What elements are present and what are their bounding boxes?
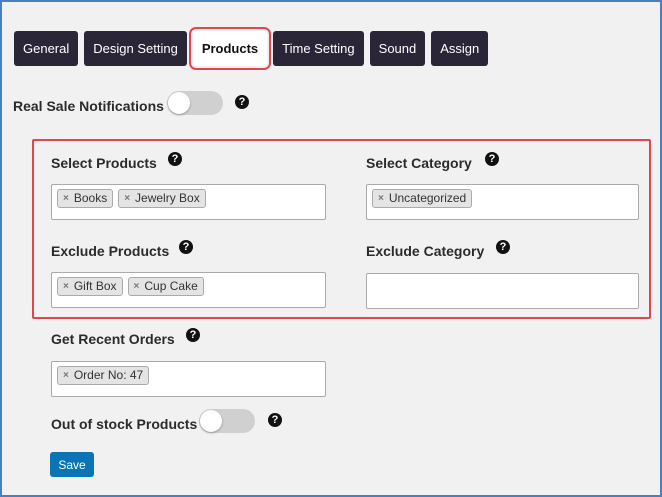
tab-sound[interactable]: Sound [369,31,426,66]
chip-remove-icon[interactable]: × [378,191,384,206]
exclude-category-label: Exclude Category [366,243,485,259]
help-icon[interactable]: ? [179,240,193,254]
tab-assign[interactable]: Assign [431,31,489,66]
recent-orders-input[interactable]: × Order No: 47 [51,361,326,397]
real-sale-label: Real Sale Notifications [13,98,164,114]
chip-jewelry-box: × Jewelry Box [118,189,206,208]
tab-time-setting[interactable]: Time Setting [273,31,364,66]
help-icon[interactable]: ? [485,152,499,166]
settings-tabs: General Design Setting Products Time Set… [14,27,489,70]
select-category-label: Select Category [366,155,472,171]
help-icon[interactable]: ? [496,240,510,254]
exclude-products-label: Exclude Products [51,243,170,259]
chip-remove-icon[interactable]: × [63,191,69,206]
save-button[interactable]: Save [50,452,94,477]
select-category-input[interactable]: × Uncategorized [366,184,639,220]
chip-label: Order No: 47 [73,368,144,382]
chip-label: Books [73,191,108,205]
select-products-input[interactable]: × Books × Jewelry Box [51,184,326,220]
tab-products[interactable]: Products [188,27,272,70]
help-icon[interactable]: ? [168,152,182,166]
toggle-knob [200,410,222,432]
tab-design-setting[interactable]: Design Setting [84,31,187,66]
chip-books: × Books [57,189,114,208]
chip-gift-box: × Gift Box [57,277,123,296]
chip-cup-cake: × Cup Cake [127,277,204,296]
chip-remove-icon[interactable]: × [63,279,69,294]
chip-order-47: × Order No: 47 [57,366,150,385]
select-products-label: Select Products [51,155,157,171]
help-icon[interactable]: ? [268,413,282,427]
chip-label: Uncategorized [388,191,467,205]
tab-general[interactable]: General [14,31,79,66]
real-sale-toggle[interactable] [167,91,223,115]
toggle-knob [168,92,190,114]
chip-label: Cup Cake [144,279,198,293]
out-of-stock-toggle[interactable] [199,409,255,433]
exclude-products-input[interactable]: × Gift Box × Cup Cake [51,272,326,308]
out-of-stock-label: Out of stock Products [51,416,198,432]
chip-remove-icon[interactable]: × [124,191,130,206]
recent-orders-label: Get Recent Orders [51,331,175,347]
chip-label: Jewelry Box [135,191,200,205]
chip-uncategorized: × Uncategorized [372,189,473,208]
help-icon[interactable]: ? [186,328,200,342]
exclude-category-input[interactable] [366,273,639,309]
chip-remove-icon[interactable]: × [63,368,69,383]
help-icon[interactable]: ? [235,95,249,109]
chip-remove-icon[interactable]: × [134,279,140,294]
chip-label: Gift Box [73,279,117,293]
